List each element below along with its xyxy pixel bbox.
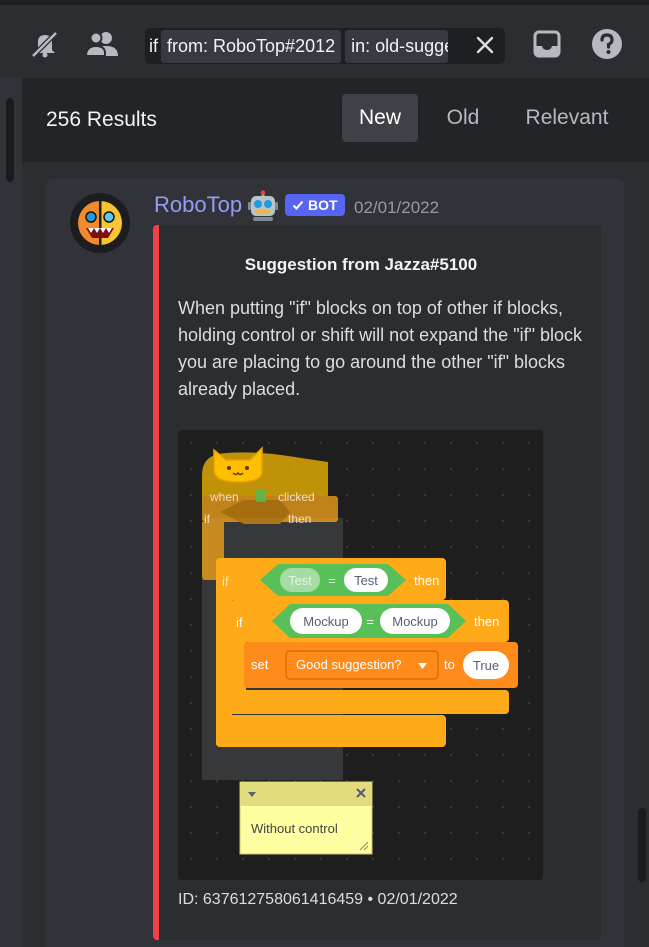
member-list-icon[interactable]	[85, 27, 119, 61]
message-author[interactable]: RoboTop	[154, 192, 242, 218]
block-then-label-outer: then	[414, 573, 439, 588]
embed-footer: ID: 637612758061416459 • 02/01/2022	[178, 891, 458, 908]
block-equals-inner: =	[366, 614, 374, 629]
block-variable-name: Good suggestion?	[296, 657, 402, 672]
mute-notifications-icon[interactable]	[27, 27, 61, 61]
block-then-label-faded: then	[288, 512, 311, 526]
block-equals-outer: =	[328, 573, 336, 588]
top-toolbar: if from: RoboTop#2012 in: old-suggestion…	[0, 0, 649, 78]
block-value-true: True	[473, 658, 499, 673]
message-timestamp: 02/01/2022	[354, 198, 440, 217]
sort-tab-old[interactable]: Old	[432, 94, 494, 142]
block-mockup-right: Mockup	[392, 614, 438, 629]
search-filter-in[interactable]: in: old-suggestions	[345, 29, 449, 63]
suggestion-embed: Suggestion from Jazza#5100 When putting …	[153, 225, 601, 940]
bot-badge: BOT	[285, 194, 345, 216]
block-if-label-faded: if	[204, 512, 211, 526]
help-icon[interactable]	[590, 27, 624, 61]
results-count: 256 Results	[46, 108, 157, 131]
search-filter-from[interactable]: from: RoboTop#2012	[161, 29, 342, 63]
block-test-right: Test	[354, 573, 378, 588]
embed-description: When putting "if" blocks on top of other…	[178, 298, 582, 399]
bot-badge-label: BOT	[308, 197, 338, 213]
block-then-label-inner: then	[474, 614, 499, 629]
results-scrollbar[interactable]	[638, 808, 646, 882]
inbox-icon[interactable]	[530, 27, 564, 61]
robot-emoji-icon	[247, 190, 279, 222]
block-to-label: to	[444, 657, 455, 672]
block-mockup-left: Mockup	[303, 614, 349, 629]
channel-scrollbar[interactable]	[6, 98, 14, 182]
clear-search-icon[interactable]	[473, 33, 497, 57]
note-text: Without control	[251, 821, 338, 836]
block-set-label: set	[251, 657, 269, 672]
sort-tab-relevant[interactable]: Relevant	[512, 94, 622, 142]
results-header: 256 Results New Old Relevant	[22, 78, 649, 162]
search-keyword: if	[149, 35, 158, 56]
search-bar[interactable]: if from: RoboTop#2012 in: old-suggestion…	[145, 28, 505, 64]
search-result-message[interactable]: RoboTop BOT 02/01/2022 Suggestion from J…	[46, 178, 624, 947]
embed-image[interactable]: when clicked if then if Test = Test then…	[178, 430, 543, 880]
block-test-left: Test	[288, 573, 312, 588]
block-when-label: when	[209, 490, 239, 504]
comment-note: Without control	[239, 781, 373, 855]
block-if-label-outer: if	[222, 574, 229, 589]
checkmark-icon	[292, 200, 304, 210]
embed-title: Suggestion from Jazza#5100	[244, 255, 478, 274]
sort-tab-new[interactable]: New	[342, 94, 418, 142]
block-clicked-label: clicked	[278, 490, 315, 504]
green-flag-icon	[256, 490, 266, 502]
search-results-panel: 256 Results New Old Relevant RoboTop BOT…	[22, 78, 649, 947]
block-if-label-inner: if	[236, 615, 243, 630]
avatar[interactable]	[70, 193, 130, 253]
